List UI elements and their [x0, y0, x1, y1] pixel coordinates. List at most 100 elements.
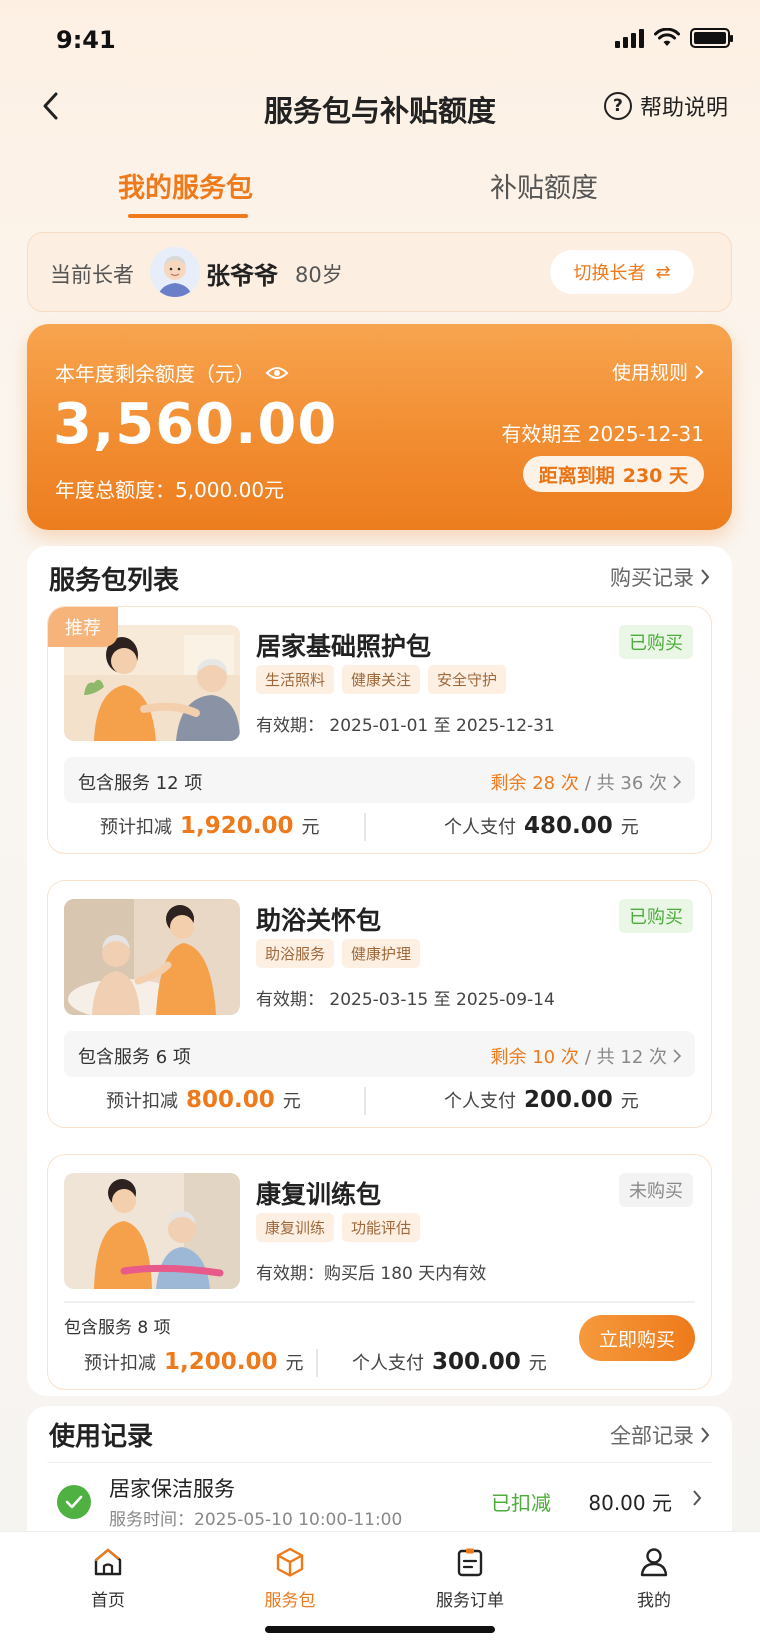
nav-bar: 服务包与补贴额度 ? 帮助说明 — [0, 80, 760, 136]
package-price-row: 预计扣减 1,920.00 元 个人支付 480.00 元 — [64, 807, 695, 849]
package-validity: 有效期：购买后 180 天内有效 — [256, 1264, 487, 1284]
purchase-records-link[interactable]: 购买记录 — [610, 562, 710, 592]
help-button[interactable]: ? 帮助说明 — [603, 90, 728, 122]
package-tags: 生活照料 健康关注 安全守护 — [256, 665, 507, 694]
estimated-deduction: 预计扣减 1,200.00 元 — [84, 1349, 304, 1375]
tab-home[interactable]: 首页 — [48, 1546, 168, 1611]
tab-active-indicator — [128, 214, 248, 218]
tab-mine[interactable]: 我的 — [594, 1546, 714, 1611]
package-tag: 助浴服务 — [256, 939, 335, 968]
package-name: 居家基础照护包 — [256, 632, 432, 661]
payment-label: 个人支付 — [444, 817, 516, 838]
switch-elder-label: 切换长者 — [573, 263, 646, 284]
expiry-countdown-badge: 距离到期 230 天 — [522, 456, 704, 492]
quota-valid-until: 有效期至 2025-12-31 — [501, 422, 704, 446]
all-records-label: 全部记录 — [610, 1424, 694, 1448]
package-icon — [276, 1547, 304, 1577]
deduction-amount: 1,200.00 — [164, 1349, 278, 1375]
tab-orders-label: 服务订单 — [436, 1591, 504, 1611]
back-button[interactable] — [30, 86, 70, 126]
tab-orders[interactable]: 服务订单 — [410, 1546, 530, 1611]
package-image — [64, 1173, 240, 1289]
buy-now-button[interactable]: 立即购买 — [579, 1315, 695, 1361]
chevron-right-icon — [701, 1427, 710, 1443]
deduction-amount: 800.00 — [186, 1087, 275, 1113]
remaining-label: 剩余 28 次 — [490, 773, 579, 794]
package-list-panel: 服务包列表 购买记录 推荐 居家基础照护包 已购买 生活照料 健康关注 安全守护… — [27, 546, 732, 1396]
currency-unit: 元 — [301, 817, 320, 838]
total-count: / 共 36 次 — [584, 773, 667, 794]
swap-icon: ⇄ — [655, 261, 671, 283]
status-time: 9:41 — [56, 26, 116, 54]
package-card-basic-care[interactable]: 推荐 居家基础照护包 已购买 生活照料 健康关注 安全守护 有效期： 2025-… — [47, 606, 712, 854]
chevron-right-icon — [673, 1049, 681, 1063]
countdown-value: 230 天 — [622, 464, 688, 487]
home-indicator — [265, 1626, 495, 1633]
help-circle-icon: ? — [603, 92, 632, 120]
package-status-badge: 未购买 — [619, 1173, 693, 1207]
package-validity: 有效期： 2025-01-01 至 2025-12-31 — [256, 716, 555, 736]
remaining-label: 剩余 10 次 — [490, 1047, 579, 1068]
services-count: 包含服务 8 项 — [64, 1318, 171, 1338]
elder-name: 张爷爷 — [206, 262, 278, 290]
quota-label-row: 本年度剩余额度（元） — [55, 358, 289, 387]
currency-unit: 元 — [282, 1091, 301, 1112]
avatar — [150, 247, 200, 297]
quota-total: 年度总额度：5,000.00元 — [55, 478, 285, 502]
quota-amount: 3,560.00 — [53, 392, 338, 457]
total-count: / 共 12 次 — [584, 1047, 667, 1068]
tab-my-packages[interactable]: 我的服务包 — [118, 166, 253, 205]
usage-service-name: 居家保洁服务 — [109, 1477, 235, 1501]
package-status-badge: 已购买 — [619, 625, 693, 659]
all-records-link[interactable]: 全部记录 — [610, 1420, 710, 1450]
tab-subsidy-quota[interactable]: 补贴额度 — [490, 166, 598, 205]
package-tag: 功能评估 — [342, 1213, 421, 1242]
status-bar: 9:41 — [0, 0, 760, 80]
payment-label: 个人支付 — [444, 1091, 516, 1112]
personal-payment: 个人支付 300.00 元 — [352, 1349, 547, 1375]
divider — [316, 1349, 318, 1377]
package-price-row: 预计扣减 800.00 元 个人支付 200.00 元 — [64, 1081, 695, 1123]
package-status-badge: 已购买 — [619, 899, 693, 933]
package-card-bathing[interactable]: 助浴关怀包 已购买 助浴服务 健康护理 有效期： 2025-03-15 至 20… — [47, 880, 712, 1128]
battery-icon — [690, 28, 733, 48]
tab-bar: 我的服务包 补贴额度 — [0, 160, 760, 220]
package-tag: 健康护理 — [342, 939, 421, 968]
deduction-label: 预计扣减 — [106, 1091, 178, 1112]
package-card-rehab[interactable]: 康复训练包 未购买 康复训练 功能评估 有效期：购买后 180 天内有效 包含服… — [47, 1154, 712, 1390]
currency-unit: 元 — [620, 817, 639, 838]
switch-elder-button[interactable]: 切换长者 ⇄ — [550, 250, 694, 294]
package-name: 助浴关怀包 — [256, 906, 382, 935]
package-name: 康复训练包 — [256, 1180, 382, 1209]
personal-payment: 个人支付 480.00 元 — [444, 813, 639, 839]
quota-label: 本年度剩余额度（元） — [55, 362, 255, 386]
package-list-title: 服务包列表 — [49, 566, 180, 596]
quota-card: 本年度剩余额度（元） 3,560.00 年度总额度：5,000.00元 使用规则… — [27, 324, 732, 530]
deduction-amount: 1,920.00 — [180, 813, 294, 839]
currency-unit: 元 — [620, 1091, 639, 1112]
package-tags: 康复训练 功能评估 — [256, 1213, 421, 1242]
package-services-row[interactable]: 包含服务 6 项 剩余 10 次 / 共 12 次 — [64, 1031, 695, 1077]
elder-label: 当前长者 — [50, 263, 134, 287]
deduction-label: 预计扣减 — [84, 1353, 156, 1374]
tab-packages[interactable]: 服务包 — [230, 1546, 350, 1611]
payment-label: 个人支付 — [352, 1353, 424, 1374]
usage-service-time: 服务时间：2025-05-10 10:00-11:00 — [109, 1510, 403, 1530]
eye-icon[interactable] — [265, 365, 289, 381]
chevron-right-icon — [695, 364, 704, 379]
usage-rules-link[interactable]: 使用规则 — [612, 358, 704, 385]
help-label: 帮助说明 — [639, 96, 728, 121]
chevron-right-icon — [701, 569, 710, 585]
purchase-records-label: 购买记录 — [610, 566, 694, 590]
wifi-icon — [654, 28, 680, 46]
recommend-badge: 推荐 — [48, 607, 118, 647]
divider — [364, 813, 366, 841]
tab-home-label: 首页 — [91, 1591, 125, 1611]
payment-amount: 200.00 — [524, 1087, 613, 1113]
package-tag: 安全守护 — [428, 665, 507, 694]
current-elder-bar: 当前长者 张爷爷 80岁 切换长者 ⇄ — [27, 232, 732, 312]
package-services-row[interactable]: 包含服务 12 项 剩余 28 次 / 共 36 次 — [64, 757, 695, 803]
chevron-left-icon — [43, 92, 58, 120]
user-icon — [640, 1548, 668, 1577]
usage-record-row[interactable]: 居家保洁服务 服务时间：2025-05-10 10:00-11:00 已扣减 8… — [47, 1462, 712, 1542]
